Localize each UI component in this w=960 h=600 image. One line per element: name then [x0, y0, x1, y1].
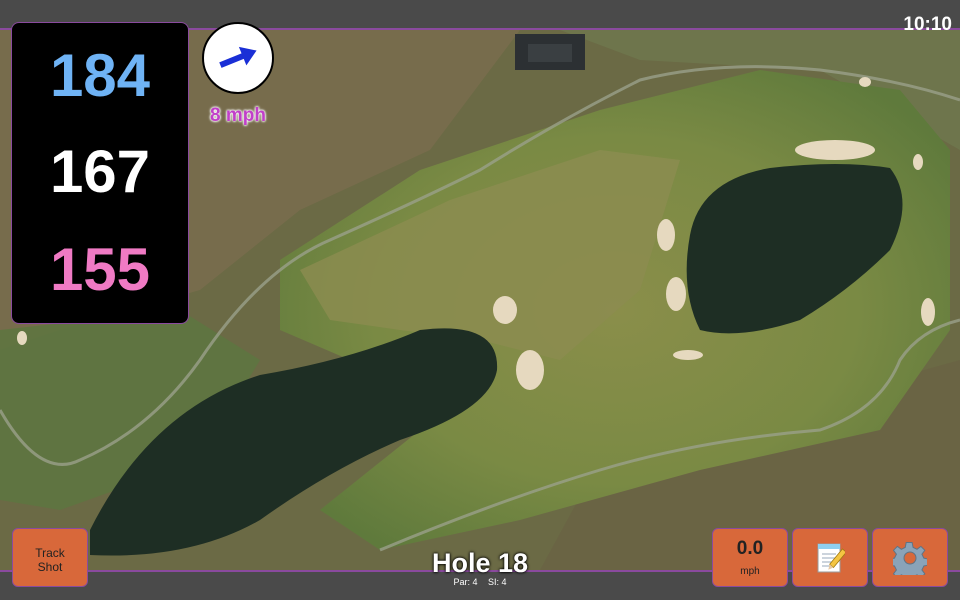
notepad-icon [817, 543, 845, 572]
par-label: Par: 4 [453, 577, 478, 587]
stroke-index-label: SI: 4 [488, 577, 507, 587]
hole-info: Par: 4 SI: 4 [380, 577, 580, 587]
distance-back: 184 [49, 42, 151, 109]
track-shot-label-line2: Shot [37, 560, 63, 574]
settings-button[interactable] [872, 528, 948, 587]
distance-center: 167 [49, 138, 151, 205]
arrow-icon [219, 46, 257, 68]
clock-time: 10:10 [903, 14, 952, 35]
wind-indicator [202, 22, 274, 94]
distance-panel: 184 167 155 [11, 22, 189, 324]
track-shot-label-line1: Track [35, 546, 65, 560]
speed-button[interactable]: 0.0 mph [712, 528, 788, 587]
hole-title: Hole 18 [431, 548, 529, 578]
speed-unit: mph [740, 566, 760, 577]
distance-front: 155 [49, 236, 151, 303]
notes-button[interactable] [792, 528, 868, 587]
track-shot-button[interactable]: Track Shot [12, 528, 88, 587]
speed-value: 0.0 [736, 538, 764, 559]
gear-icon [893, 541, 927, 575]
wind-speed-label: 8 mph [210, 105, 266, 126]
